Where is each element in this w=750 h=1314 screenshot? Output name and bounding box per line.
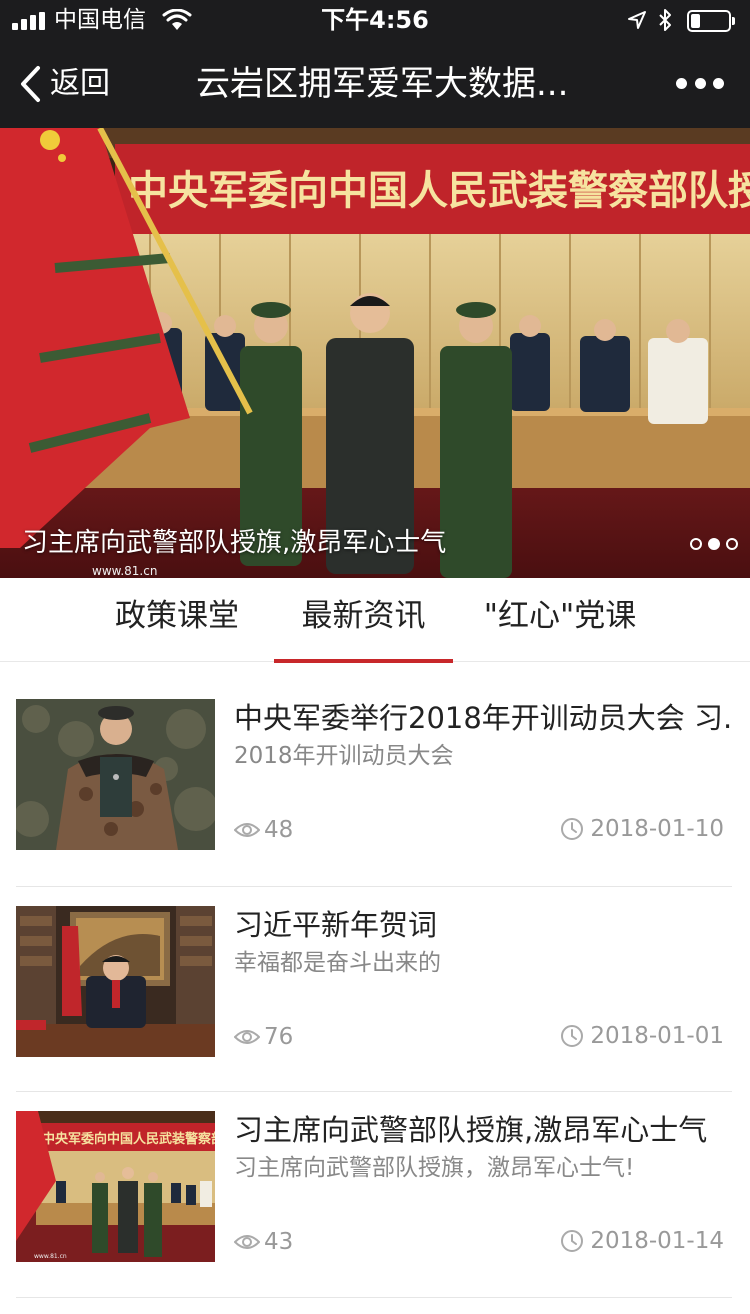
article-title: 习主席向武警部队授旗,激昂军心士气 [234, 1113, 708, 1147]
svg-text:www.81.cn: www.81.cn [92, 564, 157, 578]
back-button[interactable]: 返回 [18, 60, 110, 108]
status-bar: 中国电信 下午4:56 [0, 0, 750, 40]
more-options-button[interactable] [676, 68, 724, 98]
bluetooth-icon [659, 9, 671, 31]
banner-text: 中央军委向中国人民武装警察部队授旗 [128, 168, 750, 214]
publish-date-value: 2018-01-10 [590, 816, 724, 842]
nav-bar: 返回 云岩区拥军爱军大数据... [0, 40, 750, 128]
more-dot-icon [713, 77, 724, 89]
battery-icon [687, 10, 735, 32]
page-title: 云岩区拥军爱军大数据... [196, 64, 569, 104]
tab-policy-class[interactable]: 政策课堂 [100, 578, 254, 662]
article-thumbnail [16, 699, 215, 850]
article-thumbnail: 中央军委向中国人民武装警察部队授旗 www.81.cn [16, 1111, 215, 1262]
carousel-dot-active[interactable] [708, 538, 720, 550]
more-dot-icon [694, 77, 706, 89]
clock-icon [561, 818, 584, 840]
publish-date-value: 2018-01-01 [590, 1023, 724, 1049]
clock-icon [561, 1025, 584, 1047]
category-tabs: 政策课堂 最新资讯 "红心"党课 [0, 578, 750, 663]
tab-red-heart-party-class[interactable]: "红心"党课 [474, 578, 646, 662]
chevron-left-icon [21, 66, 40, 102]
list-divider [16, 1297, 732, 1298]
publish-date-value: 2018-01-14 [590, 1228, 724, 1254]
article-subtitle: 习主席向武警部队授旗，激昂军心士气! [234, 1155, 635, 1181]
banner-caption: 习主席向武警部队授旗,激昂军心士气 [22, 528, 447, 558]
carousel-dot[interactable] [690, 538, 702, 550]
article-subtitle: 2018年开训动员大会 [234, 743, 454, 769]
banner-photo: 中央军委向中国人民武装警察部队授旗 www.81.cn [0, 128, 750, 578]
eye-icon [234, 1235, 260, 1249]
list-item[interactable]: 习近平新年贺词 幸福都是奋斗出来的 76 2018-01-01 [0, 869, 750, 1075]
carousel-dot[interactable] [726, 538, 738, 550]
banner-carousel[interactable]: 中央军委向中国人民武装警察部队授旗 www.81.cn 习主席向武警部队授旗,激… [0, 128, 750, 578]
view-count-value: 48 [264, 817, 294, 843]
article-title: 中央军委举行2018年开训动员大会 习. [234, 701, 733, 735]
location-arrow-icon [628, 11, 646, 29]
view-count: 76 [234, 1024, 293, 1050]
svg-text:www.81.cn: www.81.cn [34, 1253, 67, 1260]
view-count-value: 43 [264, 1229, 294, 1255]
view-count-value: 76 [264, 1024, 294, 1050]
publish-date: 2018-01-14 [560, 1228, 724, 1254]
article-thumbnail [16, 906, 215, 1057]
eye-icon [234, 823, 260, 837]
publish-date: 2018-01-01 [560, 1023, 724, 1049]
list-item[interactable]: 中央军委举行2018年开训动员大会 习. 2018年开训动员大会 48 2018… [0, 662, 750, 868]
tab-latest-news[interactable]: 最新资讯 [274, 578, 453, 663]
publish-date: 2018-01-10 [560, 816, 724, 842]
thumbnail-banner-text: 中央军委向中国人民武装警察部队授旗 [42, 1131, 215, 1147]
article-title: 习近平新年贺词 [234, 908, 438, 942]
carousel-indicators [690, 538, 738, 550]
view-count: 43 [234, 1229, 293, 1255]
view-count: 48 [234, 817, 293, 843]
back-label: 返回 [50, 66, 110, 101]
more-dot-icon [676, 77, 687, 89]
clock-icon [561, 1230, 584, 1252]
article-subtitle: 幸福都是奋斗出来的 [234, 950, 441, 976]
eye-icon [234, 1030, 260, 1044]
list-item[interactable]: 中央军委向中国人民武装警察部队授旗 www.81.cn 习主席向武警部队授旗,激… [0, 1074, 750, 1280]
